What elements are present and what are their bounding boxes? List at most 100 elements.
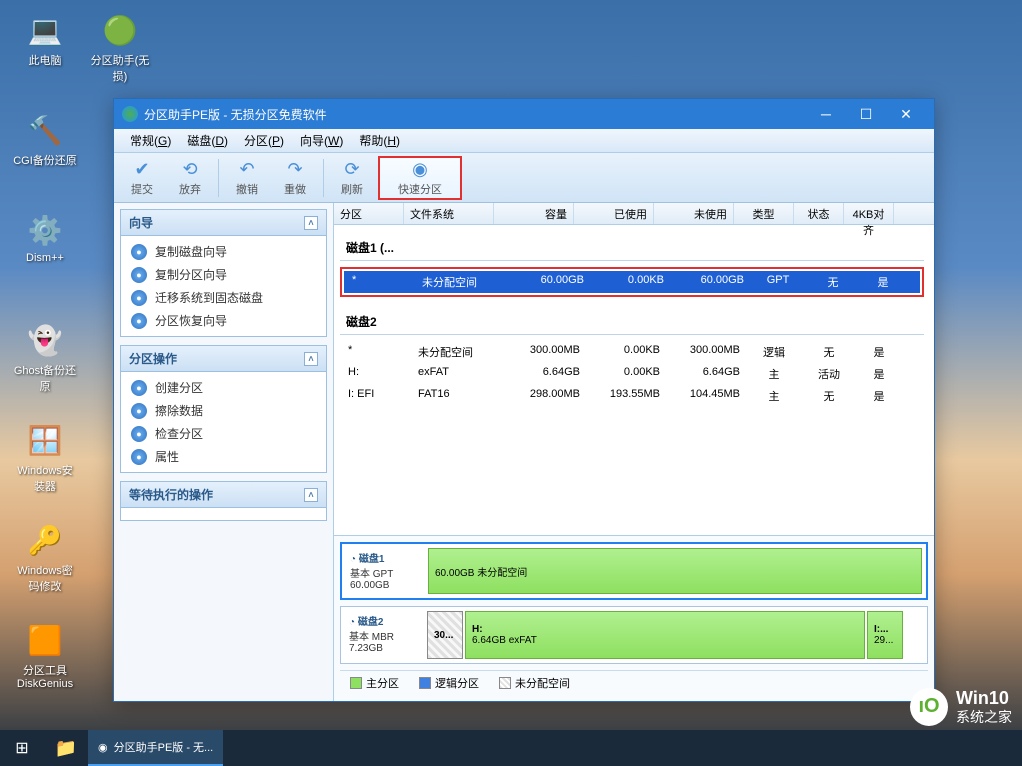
desktop-icon-label: Dism++ xyxy=(10,252,80,264)
app-window: 分区助手PE版 - 无损分区免费软件 ─ ☐ ✕ 常规(G)磁盘(D)分区(P)… xyxy=(113,98,935,702)
desktop-icon-glyph: 🔨 xyxy=(25,110,65,150)
desktop-icon-label: 分区助手(无 损) xyxy=(85,52,155,84)
desktop-icon[interactable]: 🔨CGI备份还原 xyxy=(10,110,80,168)
desktop-icon-glyph: 🔑 xyxy=(25,520,65,560)
menu-item[interactable]: 常规(G) xyxy=(122,130,179,151)
sidebar-item-icon: ● xyxy=(131,244,147,260)
collapse-icon[interactable]: ˄ xyxy=(304,488,318,502)
legend-swatch-primary xyxy=(350,677,362,689)
sidebar-item[interactable]: ●复制分区向导 xyxy=(121,263,326,286)
menu-item[interactable]: 磁盘(D) xyxy=(179,130,236,151)
table-row[interactable]: *未分配空间300.00MB0.00KB300.00MB逻辑无是 xyxy=(340,341,924,363)
discard-icon: ⟲ xyxy=(182,159,197,180)
minimize-button[interactable]: ─ xyxy=(806,104,846,124)
sidebar-item-label: 复制磁盘向导 xyxy=(155,243,227,260)
quick-partition-icon: ◉ xyxy=(412,159,428,180)
discard-button[interactable]: ⟲放弃 xyxy=(168,156,212,200)
partition-table-body: 磁盘1 (... *未分配空间60.00GB0.00KB60.00GBGPT无是… xyxy=(334,225,934,535)
desktop-icon[interactable]: 🟢分区助手(无 损) xyxy=(85,10,155,84)
start-button[interactable]: ⊞ xyxy=(0,730,44,766)
col-type[interactable]: 类型 xyxy=(734,203,794,224)
partition-table-header: 分区 文件系统 容量 已使用 未使用 类型 状态 4KB对齐 xyxy=(334,203,934,225)
menu-item[interactable]: 向导(W) xyxy=(292,130,351,151)
undo-button[interactable]: ↶撤销 xyxy=(225,156,269,200)
app-icon xyxy=(122,106,138,122)
desktop-icon[interactable]: 💻 此电脑 xyxy=(10,10,80,68)
desktop-icon-label: 分区工具 DiskGenius xyxy=(10,662,80,690)
disk-info: ◔ 磁盘2 基本 MBR 7.23GB xyxy=(345,611,427,659)
disk-segment[interactable]: H:6.64GB exFAT xyxy=(465,611,865,659)
taskbar: ⊞ 📁 ◉ 分区助手PE版 - 无... xyxy=(0,730,1022,766)
desktop-icon[interactable]: 🔑Windows密 码修改 xyxy=(10,520,80,594)
commit-button[interactable]: ✔提交 xyxy=(120,156,164,200)
sidebar-item[interactable]: ●属性 xyxy=(121,445,326,468)
sidebar: 向导 ˄ ● 复制磁盘向导 ●复制分区向导●迁移系统到固态磁盘●分区恢复向导 分区操… xyxy=(114,203,334,701)
col-used[interactable]: 已使用 xyxy=(574,203,654,224)
refresh-button[interactable]: ⟳刷新 xyxy=(330,156,374,200)
menubar: 常规(G)磁盘(D)分区(P)向导(W)帮助(H) xyxy=(114,129,934,153)
quick-partition-button[interactable]: ◉快速分区 xyxy=(378,156,462,200)
disk-group-label[interactable]: 磁盘1 (... xyxy=(340,231,924,260)
wizard-panel-header[interactable]: 向导 ˄ xyxy=(121,210,326,236)
col-unused[interactable]: 未使用 xyxy=(654,203,734,224)
sidebar-item-icon: ● xyxy=(131,380,147,396)
disk-group-label[interactable]: 磁盘2 xyxy=(340,305,924,334)
collapse-icon[interactable]: ˄ xyxy=(304,352,318,366)
sidebar-item[interactable]: ●迁移系统到固态磁盘 xyxy=(121,286,326,309)
sidebar-item[interactable]: ●检查分区 xyxy=(121,422,326,445)
sidebar-item[interactable]: ●擦除数据 xyxy=(121,399,326,422)
menu-item[interactable]: 分区(P) xyxy=(236,130,292,151)
pending-panel-header[interactable]: 等待执行的操作 ˄ xyxy=(121,482,326,508)
close-button[interactable]: ✕ xyxy=(886,104,926,124)
sidebar-item-label: 检查分区 xyxy=(155,425,203,442)
undo-icon: ↶ xyxy=(239,159,254,180)
disk-info: ◔ 磁盘1 基本 GPT 60.00GB xyxy=(346,548,428,594)
desktop-icon[interactable]: 🪟Windows安 装器 xyxy=(10,420,80,494)
disk-map-1[interactable]: ◔ 磁盘1 基本 GPT 60.00GB 60.00GB 未分配空间 xyxy=(340,542,928,600)
pending-panel: 等待执行的操作 ˄ xyxy=(120,481,327,521)
disk-maps: ◔ 磁盘1 基本 GPT 60.00GB 60.00GB 未分配空间 ◔ 磁盘2… xyxy=(334,535,934,701)
desktop-icon-glyph: 💻 xyxy=(25,10,65,50)
watermark: ıO Win10 系统之家 xyxy=(910,688,1012,726)
window-title: 分区助手PE版 - 无损分区免费软件 xyxy=(144,106,806,123)
sidebar-item-icon: ● xyxy=(131,267,147,283)
table-row[interactable]: I: EFIFAT16298.00MB193.55MB104.45MB主无是 xyxy=(340,385,924,407)
disk-segment[interactable]: 30... xyxy=(427,611,463,659)
col-status[interactable]: 状态 xyxy=(794,203,844,224)
sidebar-item-label: 创建分区 xyxy=(155,379,203,396)
menu-item[interactable]: 帮助(H) xyxy=(351,130,408,151)
desktop-icon[interactable]: 🟧分区工具 DiskGenius xyxy=(10,620,80,690)
col-filesystem[interactable]: 文件系统 xyxy=(404,203,494,224)
desktop-icon[interactable]: ⚙️Dism++ xyxy=(10,210,80,264)
disk-segment[interactable]: I:...29... xyxy=(867,611,903,659)
col-capacity[interactable]: 容量 xyxy=(494,203,574,224)
titlebar[interactable]: 分区助手PE版 - 无损分区免费软件 ─ ☐ ✕ xyxy=(114,99,934,129)
sidebar-item[interactable]: ● 复制磁盘向导 xyxy=(121,240,326,263)
disk-map-2[interactable]: ◔ 磁盘2 基本 MBR 7.23GB 30...H:6.64GB exFATI… xyxy=(340,606,928,664)
refresh-icon: ⟳ xyxy=(344,159,359,180)
app-icon: ◉ xyxy=(98,741,108,754)
collapse-icon[interactable]: ˄ xyxy=(304,216,318,230)
maximize-button[interactable]: ☐ xyxy=(846,104,886,124)
col-partition[interactable]: 分区 xyxy=(334,203,404,224)
check-icon: ✔ xyxy=(134,159,149,180)
desktop-icon-label: 此电脑 xyxy=(10,52,80,68)
table-row[interactable]: H:exFAT6.64GB0.00KB6.64GB主活动是 xyxy=(340,363,924,385)
file-explorer-icon[interactable]: 📁 xyxy=(44,730,88,766)
redo-icon: ↷ xyxy=(287,159,302,180)
redo-button[interactable]: ↷重做 xyxy=(273,156,317,200)
col-align[interactable]: 4KB对齐 xyxy=(844,203,894,224)
desktop-icon[interactable]: 👻Ghost备份还 原 xyxy=(10,320,80,394)
desktop-icon-label: Ghost备份还 原 xyxy=(10,362,80,394)
watermark-logo: ıO xyxy=(910,688,948,726)
toolbar: ✔提交 ⟲放弃 ↶撤销 ↷重做 ⟳刷新 ◉快速分区 xyxy=(114,153,934,203)
content-area: 分区 文件系统 容量 已使用 未使用 类型 状态 4KB对齐 磁盘1 (... … xyxy=(334,203,934,701)
ops-panel-header[interactable]: 分区操作 ˄ xyxy=(121,346,326,372)
sidebar-item[interactable]: ●分区恢复向导 xyxy=(121,309,326,332)
taskbar-app-item[interactable]: ◉ 分区助手PE版 - 无... xyxy=(88,730,223,766)
sidebar-item[interactable]: ● 创建分区 xyxy=(121,376,326,399)
wizard-panel: 向导 ˄ ● 复制磁盘向导 ●复制分区向导●迁移系统到固态磁盘●分区恢复向导 xyxy=(120,209,327,337)
table-row[interactable]: *未分配空间60.00GB0.00KB60.00GBGPT无是 xyxy=(344,271,920,293)
disk-segment[interactable]: 60.00GB 未分配空间 xyxy=(428,548,922,594)
separator xyxy=(218,159,219,197)
